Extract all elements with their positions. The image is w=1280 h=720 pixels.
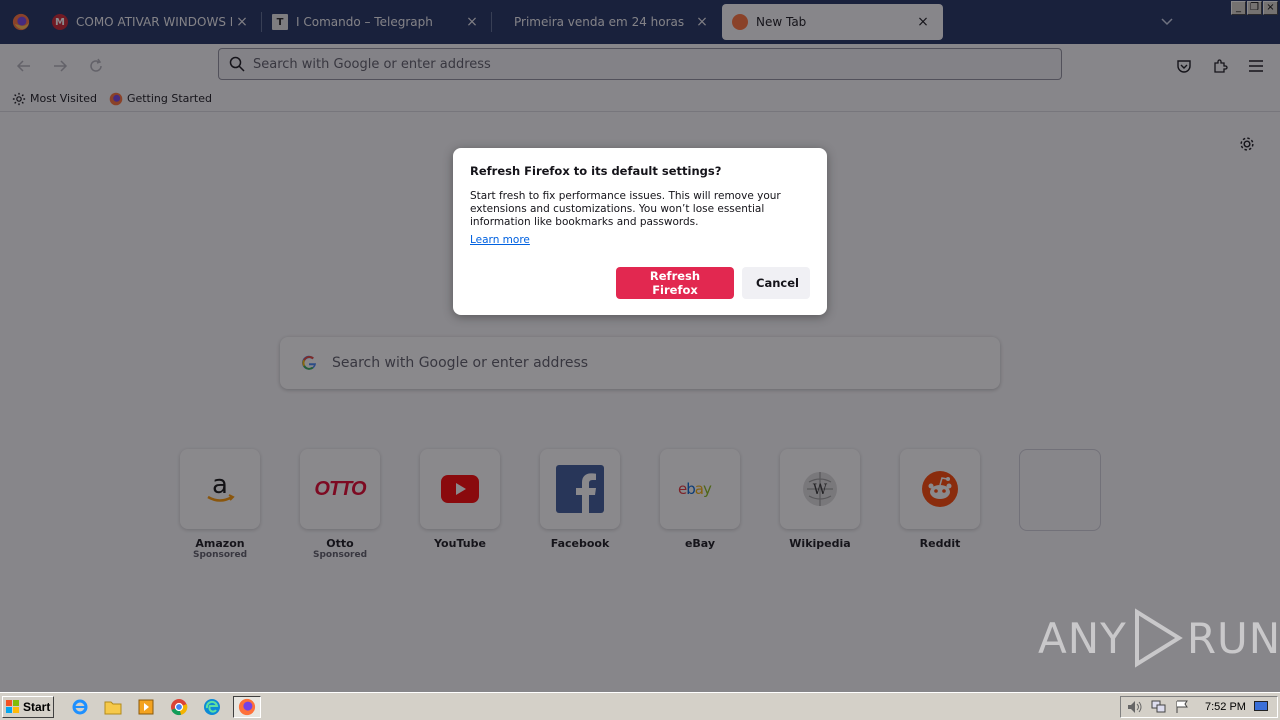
dialog-message: Start fresh to fix performance issues. T… [470, 190, 781, 228]
clock: 7:52 PM [1205, 701, 1246, 713]
taskbar-chrome[interactable] [167, 696, 191, 718]
show-desktop-icon[interactable] [1253, 701, 1268, 713]
windows-logo-icon [6, 699, 19, 713]
speaker-icon[interactable] [1127, 700, 1143, 714]
firefox-icon [238, 698, 256, 715]
folder-icon [104, 701, 122, 714]
chrome-icon [171, 698, 188, 715]
dialog-title: Refresh Firefox to its default settings? [470, 164, 722, 178]
refresh-firefox-dialog: Refresh Firefox to its default settings?… [453, 148, 827, 315]
play-triangle-icon [1134, 608, 1183, 668]
network-icon[interactable] [1151, 700, 1167, 714]
watermark-text-left: ANY [1038, 613, 1127, 663]
cancel-button[interactable]: Cancel [742, 267, 810, 299]
taskbar-edge[interactable] [200, 696, 224, 718]
modal-overlay [0, 0, 1280, 692]
taskbar-ie[interactable] [68, 696, 92, 718]
internet-explorer-icon [72, 699, 88, 714]
media-player-icon [138, 699, 154, 714]
watermark-text-right: RUN [1186, 613, 1280, 663]
taskbar-firefox[interactable] [233, 695, 261, 718]
taskbar-explorer[interactable] [101, 696, 125, 718]
taskbar-media-player[interactable] [134, 696, 158, 718]
anyrun-watermark: ANY RUN [1038, 608, 1280, 668]
refresh-firefox-button[interactable]: Refresh Firefox [616, 267, 734, 299]
edge-icon [204, 698, 220, 715]
start-button[interactable]: Start [2, 695, 54, 718]
start-label: Start [23, 699, 51, 714]
windows-taskbar: Start 7:52 PM [0, 692, 1280, 720]
learn-more-link[interactable]: Learn more [470, 234, 530, 246]
flag-icon[interactable] [1175, 700, 1189, 714]
dialog-buttons: Refresh Firefox Cancel [616, 267, 810, 299]
system-tray: 7:52 PM [1120, 696, 1278, 718]
